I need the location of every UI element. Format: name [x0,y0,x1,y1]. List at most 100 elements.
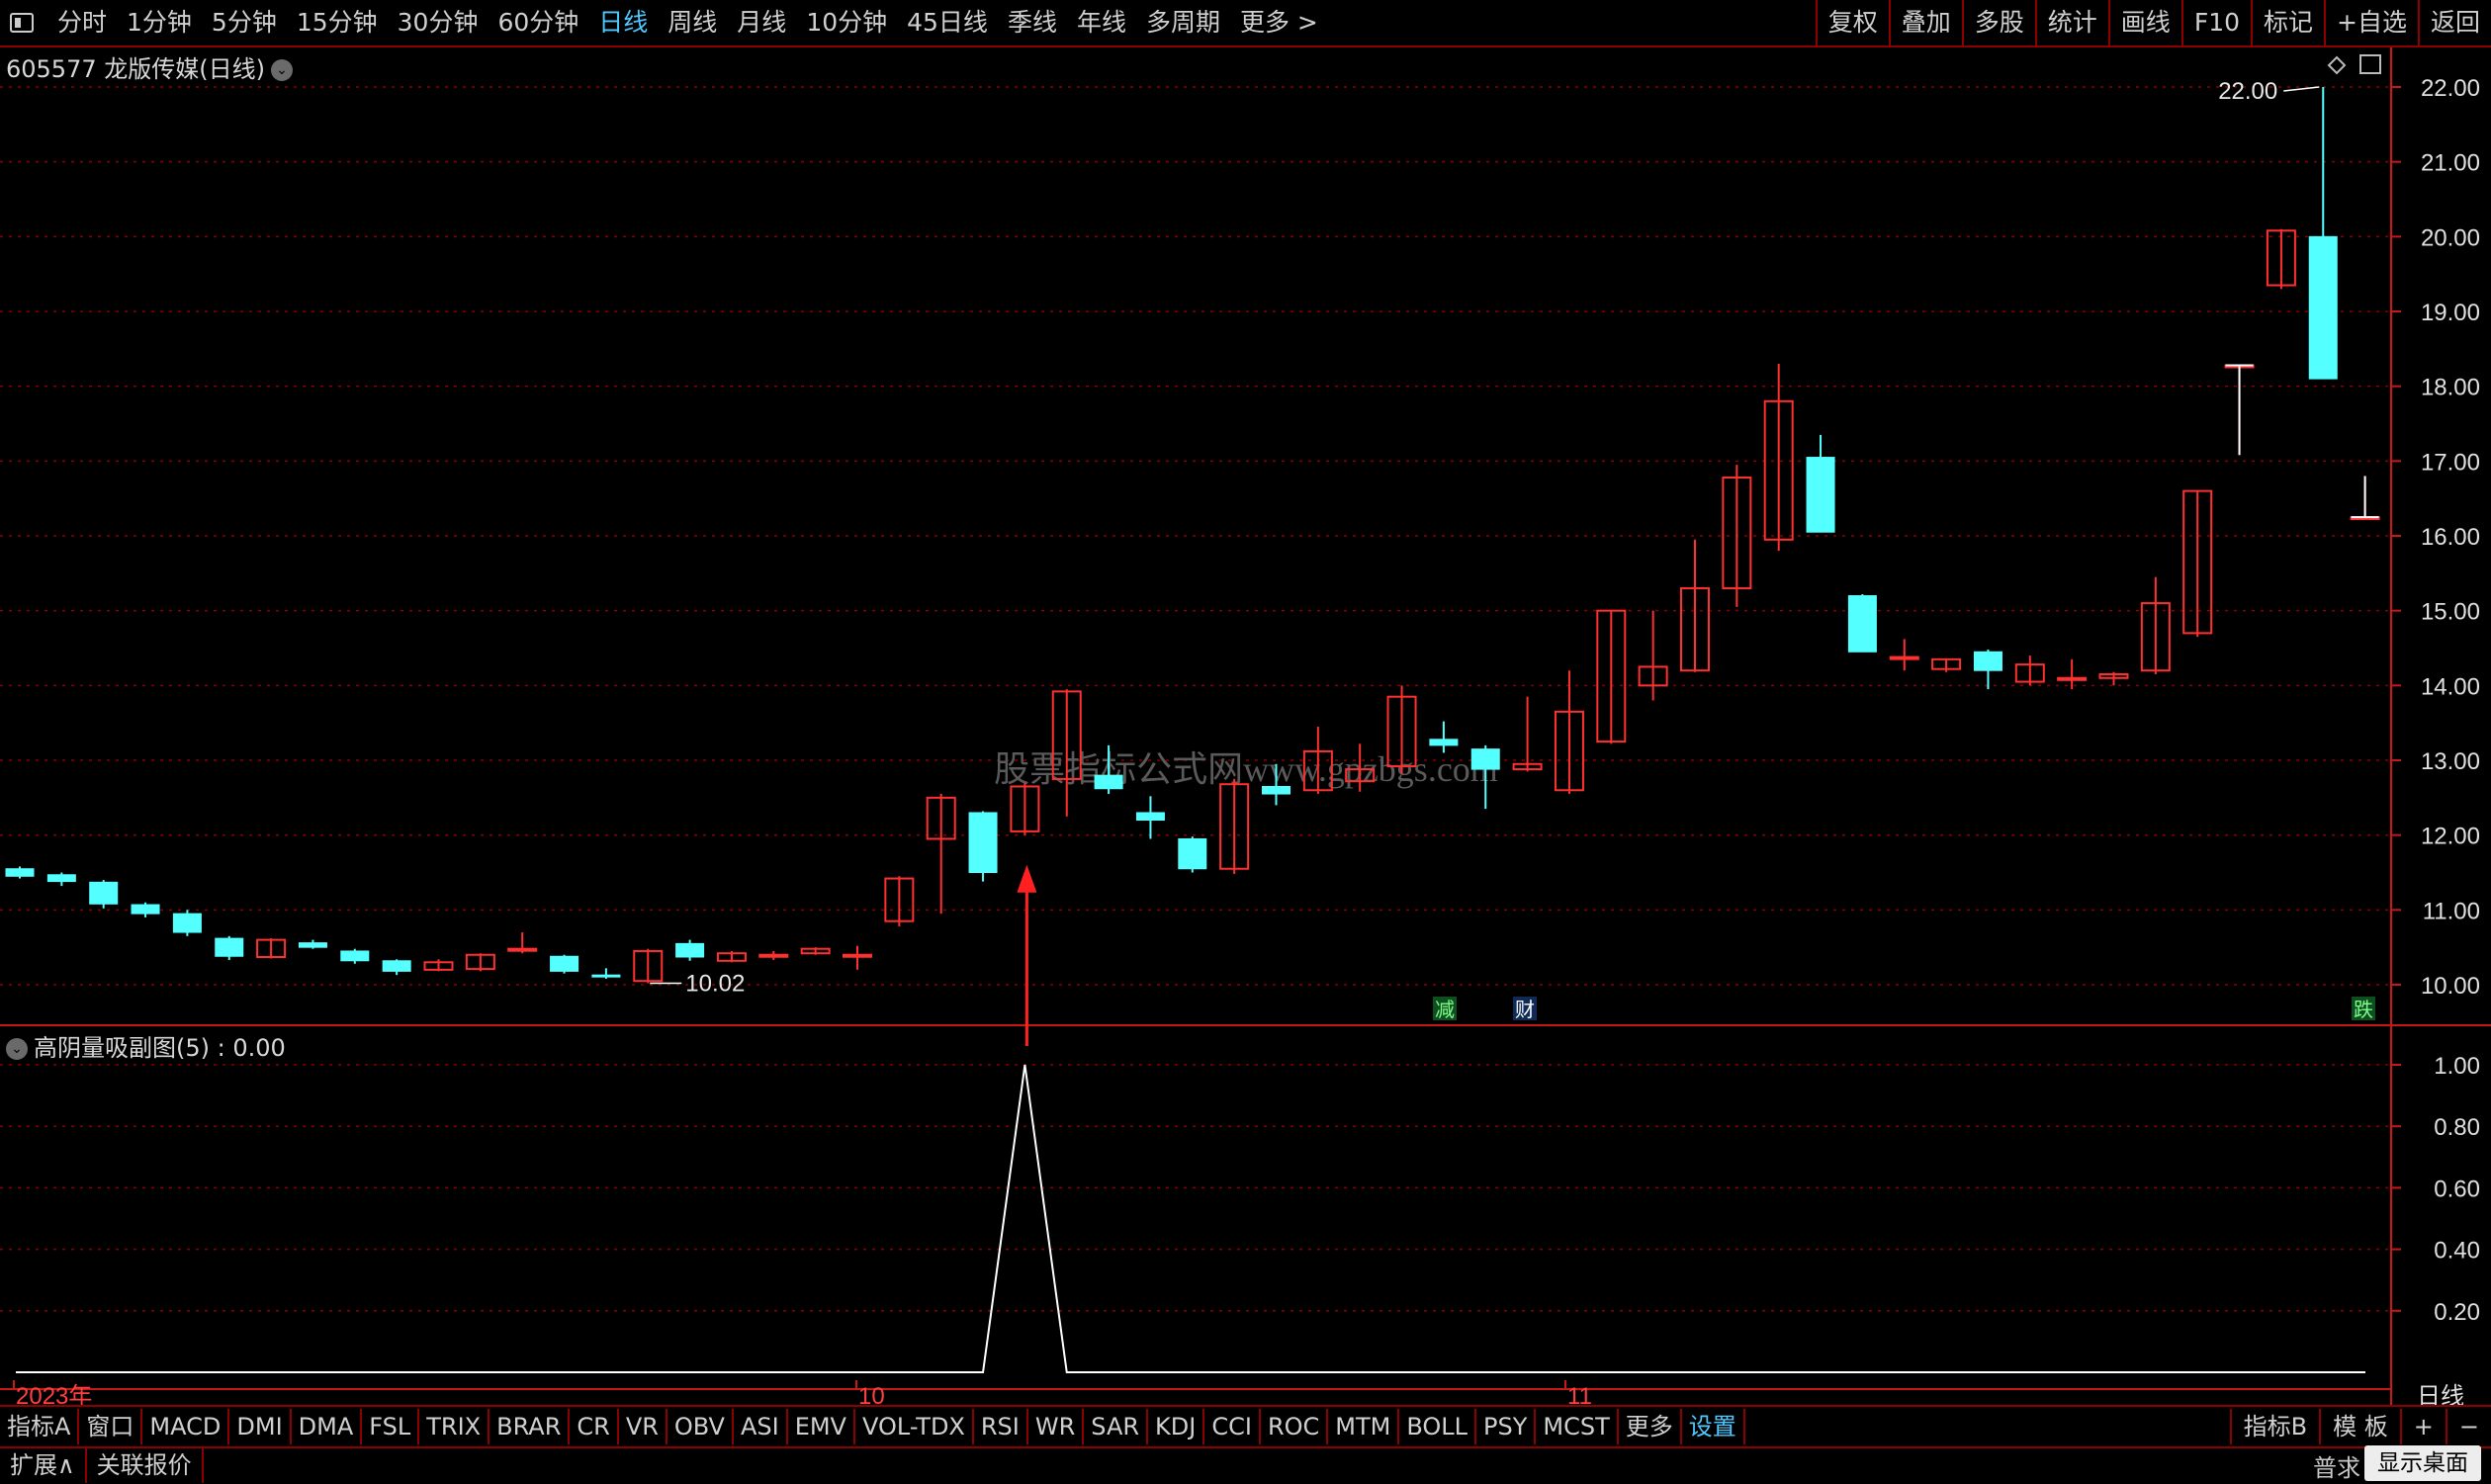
indicator-tab[interactable]: BOLL [1399,1409,1477,1444]
candle-body-down [1806,457,1835,533]
indicator-tab[interactable]: EMV [788,1409,855,1444]
indicator-tab[interactable]: ASI [734,1409,788,1444]
tool-button[interactable]: F10 [2180,0,2251,45]
indicator-tick-label: 0.40 [2434,1238,2480,1265]
show-desktop-button[interactable]: 显示桌面 [2364,1445,2481,1481]
indicator-right-buttons: 指标B 模 板 + − [2229,1409,2491,1444]
indicator-tab[interactable]: ROC [1261,1409,1329,1444]
tool-button[interactable]: 标记 [2251,0,2324,45]
candle-body-down [89,881,119,905]
indicator-tab[interactable]: MACD [142,1409,230,1444]
period-tab[interactable]: 分时 [47,0,117,45]
indicator-tick-label: 1.00 [2434,1053,2480,1080]
candle-body-down [5,868,35,877]
tool-buttons: 复权 叠加 多股 统计 画线 F10 标记 +自选 返回 [1815,0,2491,45]
indicator-tab[interactable]: DMA [292,1409,363,1444]
indicator-tab[interactable]: FSL [362,1409,420,1444]
indicator-title: ⌄ 高阴量吸副图(5) : 0.00 [6,1028,286,1063]
indicator-right-button[interactable]: − [2445,1409,2491,1444]
indicator-right-button[interactable]: + [2399,1409,2446,1444]
diamond-icon [2327,55,2347,75]
tool-button[interactable]: 复权 [1815,0,1889,45]
indicator-tabs: 指标A 窗口 MACD DMI DMA FSL TRIX BRAR CR VR OBV ASI EMV V… [0,1409,1745,1444]
indicator-tab[interactable]: VR [619,1409,667,1444]
indicator-right-button[interactable]: 指标B [2229,1409,2319,1444]
indicator-tab[interactable]: 窗口 [79,1409,143,1444]
price-tick-label: 10.00 [2421,973,2480,1000]
indicator-tab[interactable]: 指标A [0,1409,80,1444]
period-tab[interactable]: 月线 [727,0,796,45]
tool-button[interactable]: 多股 [1961,0,2035,45]
indicator-right-button[interactable]: 模 板 [2319,1409,2400,1444]
price-tick-label: 11.00 [2423,898,2480,924]
period-tab[interactable]: 1分钟 [117,0,202,45]
extension-tab[interactable]: 扩展∧ [0,1447,87,1483]
price-tick-label: 19.00 [2421,300,2480,326]
candle-body-down [1847,595,1877,653]
period-tab[interactable]: 10分钟 [796,0,897,45]
candle-body-down [382,960,411,972]
indicator-tab[interactable]: PSY [1476,1409,1537,1444]
candle-body-down [46,874,76,883]
candle-body-up [507,947,538,952]
tool-button[interactable]: +自选 [2324,0,2418,45]
time-label: 10 [858,1383,885,1405]
indicator-tab[interactable]: RSI [974,1409,1028,1444]
price-tick-label: 15.00 [2421,599,2480,626]
indicator-tab[interactable]: 设置 [1682,1409,1745,1444]
period-tab[interactable]: 周线 [658,0,727,45]
chevron-down-icon[interactable]: ⌄ [6,1038,28,1060]
extension-tabs: 扩展∧ 关联报价 [0,1447,204,1483]
candle-body-down [1262,785,1290,795]
indicator-tab[interactable]: TRIX [419,1409,490,1444]
indicator-tab[interactable]: WR [1028,1409,1085,1444]
candle-body-down [340,950,370,962]
indicator-tab[interactable]: 更多 [1619,1409,1682,1444]
indicator-tab[interactable]: MTM [1328,1409,1400,1444]
bottom-right-label: 普求 [2313,1453,2360,1482]
candle-body-down [550,955,579,972]
indicator-tab[interactable]: SAR [1084,1409,1149,1444]
period-tab[interactable]: 60分钟 [488,0,588,45]
indicator-tab[interactable]: MCST [1536,1409,1619,1444]
indicator-tab[interactable]: BRAR [489,1409,571,1444]
price-tick-label: 13.00 [2421,748,2480,775]
indicator-tab[interactable]: CR [570,1409,619,1444]
time-label: 11 [1567,1383,1592,1405]
indicator-tick-label: 0.20 [2434,1299,2480,1326]
period-tab[interactable]: 45日线 [897,0,998,45]
time-label: 2023年 [16,1383,92,1405]
candle-body-down [1973,651,2002,671]
period-tab[interactable]: 季线 [998,0,1067,45]
indicator-tab[interactable]: KDJ [1148,1409,1205,1444]
main-chart-title: 605577 龙版传媒(日线) ⌄ [6,49,293,84]
candle-body-down [1178,837,1207,870]
indicator-tab[interactable]: OBV [667,1409,734,1444]
candle-body-up [2057,676,2088,681]
signal-arrow-head [1017,864,1037,893]
period-tab[interactable]: 年线 [1067,0,1136,45]
indicator-tab[interactable]: VOL-TDX [855,1409,974,1444]
window-toggle-icon[interactable] [10,13,34,33]
tool-button[interactable]: 叠加 [1888,0,1962,45]
chart-area[interactable]: 22.00 21.00 20.00 19.00 18.00 17.00 16.00 15.00… [0,47,2491,1405]
extension-tab[interactable]: 关联报价 [87,1447,204,1483]
candle-body-down [1135,812,1165,822]
tool-button[interactable]: 画线 [2107,0,2181,45]
indicator-tick-label: 0.60 [2434,1176,2480,1202]
period-tab[interactable]: 多周期 [1136,0,1230,45]
chevron-down-icon[interactable]: ⌄ [270,59,293,81]
tool-button[interactable]: 统计 [2034,0,2108,45]
period-tab[interactable]: 5分钟 [202,0,287,45]
period-tab[interactable]: 15分钟 [287,0,388,45]
candle-body-down [1470,748,1500,770]
candle-body-down [172,913,202,933]
price-tick-label: 12.00 [2421,824,2480,850]
indicator-tab[interactable]: DMI [229,1409,292,1444]
indicator-tab[interactable]: CCI [1204,1409,1261,1444]
period-tab[interactable]: 日线 [588,0,658,45]
tool-button[interactable]: 返回 [2417,0,2491,45]
period-tab[interactable]: 更多 > [1230,0,1328,45]
period-tab[interactable]: 30分钟 [388,0,489,45]
candle-body-down [215,937,244,957]
